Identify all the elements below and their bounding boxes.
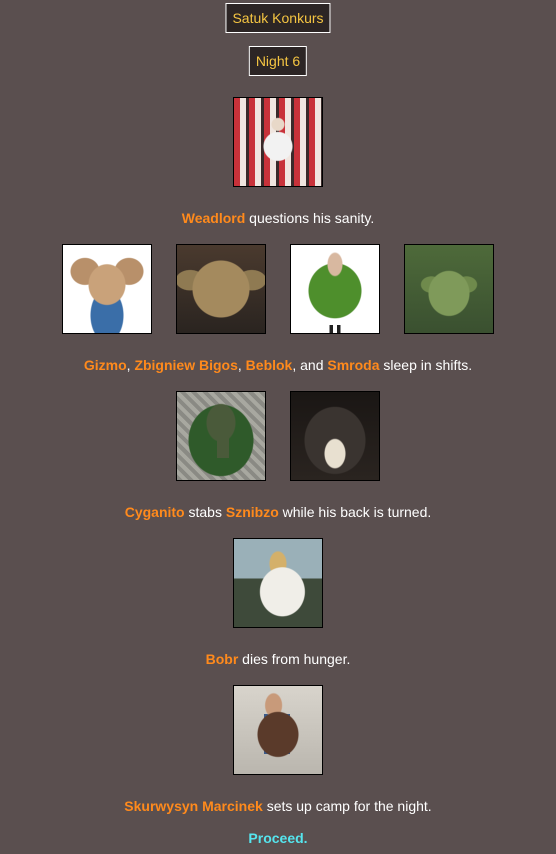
rider-on-white-horse-painting [233, 538, 323, 628]
event-2-caption: Gizmo, Zbigniew Bigos, Beblok, and Smrod… [0, 357, 556, 373]
player-name: Beblok [245, 357, 293, 373]
event-text: while his back is turned. [278, 504, 432, 520]
event-text: dies from hunger. [238, 651, 351, 667]
event-5-portraits [0, 685, 556, 775]
grinning-monkey-photo [290, 391, 380, 481]
night-label: Night 6 [248, 46, 308, 76]
gremlin-photo [62, 244, 152, 334]
crowd-celebration-photo [233, 97, 323, 187]
player-name: Smroda [327, 357, 380, 373]
event-4-caption: Bobr dies from hunger. [0, 651, 556, 667]
green-creature-photo [404, 244, 494, 334]
event-4-portraits [0, 538, 556, 628]
proceed-link[interactable]: Proceed. [0, 830, 556, 846]
man-with-disc-photo [233, 685, 323, 775]
separator: , [237, 357, 246, 373]
event-3-caption: Cyganito stabs Sznibzo while his back is… [0, 504, 556, 520]
event-3-portraits [0, 391, 556, 481]
event-text: sets up camp for the night. [262, 798, 432, 814]
game-title: Satuk Konkurs [225, 3, 331, 33]
event-5-caption: Skurwysyn Marcinek sets up camp for the … [0, 798, 556, 814]
event-text: stabs [184, 504, 226, 520]
player-name: Skurwysyn Marcinek [124, 798, 263, 814]
player-name: Gizmo [83, 357, 127, 373]
player-name: Sznibzo [225, 504, 279, 520]
player-name: Weadlord [181, 210, 246, 226]
avocado-person-photo [290, 244, 380, 334]
separator: , and [292, 357, 328, 373]
player-name: Cyganito [124, 504, 185, 520]
event-2-portraits [0, 244, 556, 334]
event-1-caption: Weadlord questions his sanity. [0, 210, 556, 226]
event-1-portraits [0, 97, 556, 187]
event-text: questions his sanity. [245, 210, 375, 226]
keyhole-tomb-aerial-photo [176, 391, 266, 481]
yoda-face-photo [176, 244, 266, 334]
player-name: Zbigniew Bigos [134, 357, 238, 373]
player-name: Bobr [205, 651, 239, 667]
event-text: sleep in shifts. [379, 357, 473, 373]
